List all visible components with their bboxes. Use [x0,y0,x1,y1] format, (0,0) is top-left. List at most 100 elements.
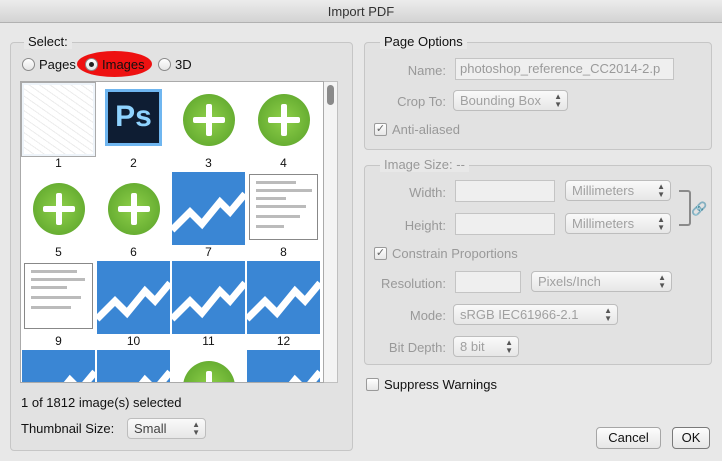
thumbnail-item[interactable]: 12 [244,260,323,349]
radio-3d-dot[interactable] [158,58,171,71]
thumbnail-number: 12 [276,334,291,348]
radio-3d-label: 3D [175,57,192,72]
plus-icon [97,172,170,245]
thumbnail-item[interactable]: 6 [96,171,171,260]
ok-button[interactable]: OK [672,427,710,449]
crop-to-value: Bounding Box [460,93,541,108]
thumbnail-size-value: Small [134,421,167,436]
checkmark-icon[interactable]: ✓ [374,247,387,260]
link-bracket [679,190,691,226]
thumbnail-number: 6 [130,245,137,259]
cancel-button[interactable]: Cancel [596,427,661,449]
scrollbar-knob[interactable] [327,85,334,105]
bit-depth-value: 8 bit [460,339,485,354]
screenshot-thumbnail-icon [247,172,320,245]
chart-icon [247,350,323,382]
height-field[interactable] [455,213,555,235]
thumbnail-item[interactable]: 9 [21,260,96,349]
chart-icon [244,261,323,334]
image-size-label: Image Size: -- [380,157,469,172]
chart-icon [22,350,98,382]
chain-link-icon[interactable]: 🔗 [691,201,708,217]
bit-depth-select[interactable]: 8 bit ▲ ▼ [453,336,519,357]
updown-arrows-icon: ▲ ▼ [657,215,665,232]
plus-icon [172,350,245,382]
width-label: Width: [409,185,446,200]
crop-to-select[interactable]: Bounding Box ▲ ▼ [453,90,568,111]
thumbnail-item[interactable] [246,349,323,382]
radio-pages-label: Pages [39,57,76,72]
thumbnail-number: 9 [55,334,62,348]
name-label: Name: [407,63,446,78]
width-unit-select[interactable]: Millimeters ▲ ▼ [565,180,671,201]
width-field[interactable] [455,180,555,202]
plus-icon [172,83,245,156]
updown-arrows-icon: ▲ ▼ [604,306,612,323]
anti-aliased-label: Anti-aliased [392,122,460,137]
radio-pages[interactable]: Pages [22,57,76,72]
thumbnail-number: 7 [205,245,212,259]
photoshop-icon: Ps [97,83,170,156]
thumbnail-item[interactable]: 11 [169,260,248,349]
screenshot-thumbnail-icon [22,261,95,334]
thumbnail-number: 10 [126,334,141,348]
resolution-unit-select[interactable]: Pixels/Inch ▲ ▼ [531,271,672,292]
thumbnail-item[interactable]: 1 [21,82,96,171]
updown-arrows-icon: ▲ ▼ [192,420,200,437]
mode-select[interactable]: sRGB IEC61966-2.1 ▲ ▼ [453,304,618,325]
suppress-warnings-box[interactable] [366,378,379,391]
radio-pages-dot[interactable] [22,58,35,71]
thumbnail-number: 3 [205,156,212,170]
thumbnail-item[interactable] [96,349,173,382]
radio-images-dot[interactable] [85,58,98,71]
thumbnail-scrollbar[interactable] [324,81,338,383]
thumbnail-item[interactable]: 7 [169,171,248,260]
radio-3d[interactable]: 3D [158,57,192,72]
page-options-label: Page Options [380,34,467,49]
plus-icon [22,172,95,245]
thumbnail-size-label: Thumbnail Size: [21,421,115,436]
radio-images-label: Images [102,57,145,72]
thumbnail-grid[interactable]: 1 Ps 2 3 4 5 6 7 8 9 10 11 12 [20,81,324,383]
height-unit-select[interactable]: Millimeters ▲ ▼ [565,213,671,234]
thumbnail-item[interactable]: 10 [94,260,173,349]
thumbnail-item[interactable] [21,349,98,382]
suppress-warnings-checkbox[interactable]: Suppress Warnings [366,377,497,392]
constrain-proportions-label: Constrain Proportions [392,246,518,261]
thumbnail-item[interactable]: 8 [246,171,321,260]
height-unit-value: Millimeters [572,216,635,231]
chart-icon [169,172,248,245]
suppress-warnings-label: Suppress Warnings [384,377,497,392]
constrain-proportions-checkbox[interactable]: ✓ Constrain Proportions [374,246,518,261]
thumbnail-size-select[interactable]: Small ▲ ▼ [127,418,206,439]
name-field[interactable]: photoshop_reference_CC2014-2.p [455,58,674,80]
mode-label: Mode: [409,308,446,323]
height-label: Height: [404,218,446,233]
thumbnail-item[interactable]: Ps 2 [96,82,171,171]
thumbnail-item[interactable]: 3 [171,82,246,171]
thumbnail-number: 8 [280,245,287,259]
thumbnail-number: 2 [130,156,137,170]
thumbnail-number: 11 [202,334,215,348]
anti-aliased-checkbox[interactable]: ✓ Anti-aliased [374,122,460,137]
thumbnail-number: 5 [55,245,62,259]
updown-arrows-icon: ▲ ▼ [505,338,513,355]
window-title: Import PDF [0,0,722,23]
thumbnail-number: 4 [280,156,287,170]
updown-arrows-icon: ▲ ▼ [554,92,562,109]
resolution-unit-value: Pixels/Inch [538,274,601,289]
chart-icon [94,261,173,334]
crop-to-label: Crop To: [397,94,446,109]
thumbnail-item[interactable] [171,349,246,382]
chart-icon [169,261,248,334]
thumbnail-item[interactable]: 4 [246,82,321,171]
sketch-thumbnail-icon [21,82,96,157]
mode-value: sRGB IEC61966-2.1 [460,307,579,322]
updown-arrows-icon: ▲ ▼ [658,273,666,290]
resolution-field[interactable] [455,271,521,293]
radio-images[interactable]: Images [85,57,145,72]
updown-arrows-icon: ▲ ▼ [657,182,665,199]
thumbnail-item[interactable]: 5 [21,171,96,260]
resolution-label: Resolution: [380,276,446,291]
checkmark-icon[interactable]: ✓ [374,123,387,136]
